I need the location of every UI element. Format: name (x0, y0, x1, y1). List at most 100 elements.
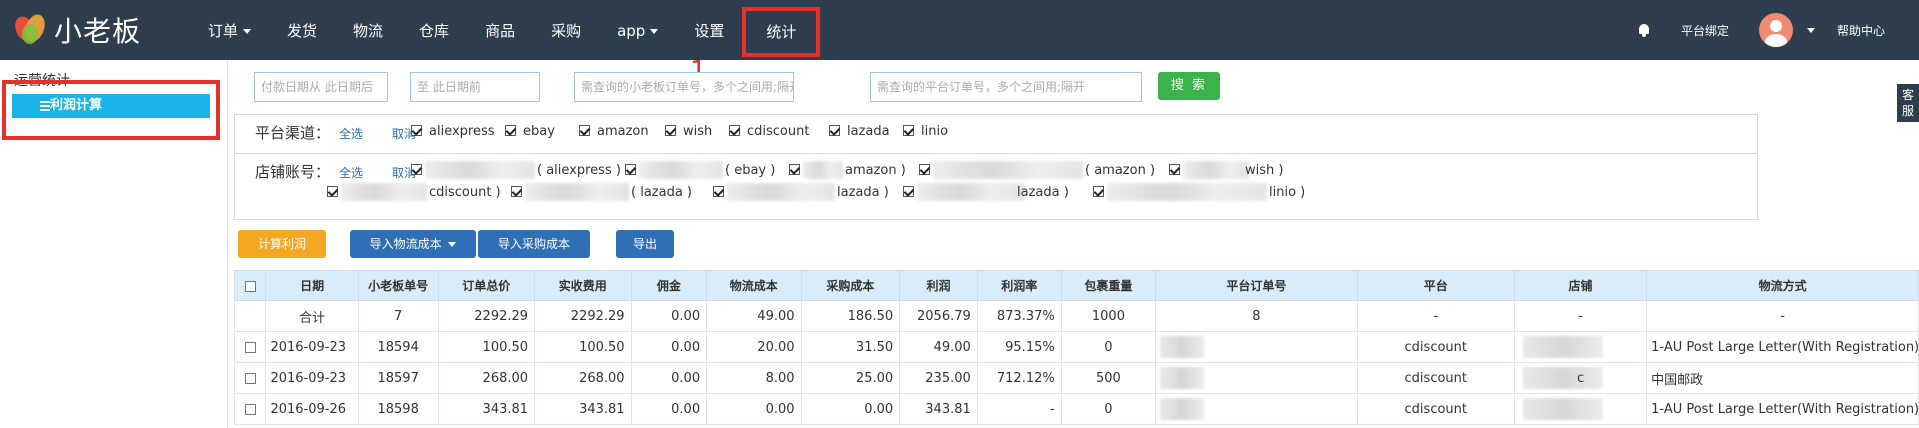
account-checkbox[interactable] (327, 186, 338, 197)
column-header: 小老板单号 (357, 270, 439, 301)
platform-order-input[interactable]: 需查询的平台订单号，多个之间用;隔开 (870, 72, 1142, 102)
account-checkbox[interactable] (1093, 186, 1104, 197)
cell-text: 712.12% (996, 370, 1055, 386)
cell-text: 343.81 (579, 401, 625, 417)
column-header: 订单总价 (437, 270, 536, 301)
table-cell: 合计 (265, 300, 359, 332)
table-row[interactable]: 2016-09-23 18594 100.50 100.50 0.00 20.00 31.5… (233, 331, 1919, 363)
nav-item-2[interactable]: 物流 (335, 0, 401, 60)
cell-text: 18594 (377, 339, 419, 355)
cell-text: 20.00 (757, 339, 795, 355)
cell-text: 2056.79 (917, 308, 971, 324)
account-platform-label: ( lazada ) (631, 185, 692, 200)
table-cell: 2016-09-26 (265, 393, 359, 425)
column-header: 平台 (1356, 270, 1515, 301)
select-all-checkbox[interactable] (244, 280, 256, 292)
table-cell: 49.00 (706, 300, 802, 332)
row-checkbox[interactable] (244, 372, 256, 384)
help-center-link[interactable]: 帮助中心 (1837, 22, 1885, 39)
cell-text: 0.00 (671, 339, 701, 355)
channel-checkbox-aliexpress[interactable] (411, 125, 422, 136)
row-checkbox-cell[interactable] (233, 331, 267, 363)
cell-text: 268.00 (579, 370, 625, 386)
nav-item-5[interactable]: 采购 (533, 0, 599, 60)
customer-service-tab[interactable]: 客服 (1897, 84, 1919, 122)
cell-text: c (1576, 370, 1585, 386)
table-cell: 0.00 (630, 331, 708, 363)
date-to-input[interactable]: 至 此日期前 (410, 72, 540, 102)
cell-text: 235.00 (925, 370, 971, 386)
account-checkbox[interactable] (411, 164, 422, 175)
redacted-account-name (341, 183, 427, 201)
cell-text: 25.00 (855, 370, 894, 386)
nav-item-0[interactable]: 订单 (190, 0, 269, 60)
channel-checkbox-wish[interactable] (665, 125, 676, 136)
nav-item-4[interactable]: 商品 (467, 0, 533, 60)
table-cell: 343.81 (534, 393, 632, 425)
table-cell: 100.50 (437, 331, 536, 363)
sidebar-item-label: 利润计算 (50, 98, 103, 113)
chevron-down-icon[interactable] (1806, 27, 1815, 33)
search-button[interactable]: 搜 索 (1158, 72, 1220, 100)
account-checkbox[interactable] (903, 186, 914, 197)
row-checkbox-cell[interactable] (233, 362, 267, 394)
nav-item-1[interactable]: 发货 (269, 0, 335, 60)
cell-text: 1000 (1091, 308, 1125, 324)
import-logistics-cost-button[interactable]: 导入物流成本 (350, 230, 476, 258)
calc-profit-button[interactable]: 计算利润 (238, 230, 326, 258)
bell-icon[interactable] (1637, 23, 1651, 37)
cell-text: 1-AU Post Large Letter(With Registration… (1651, 401, 1919, 417)
platform-bind-link[interactable]: 平台绑定 (1681, 22, 1729, 39)
nav-item-label: 订单 (208, 22, 239, 40)
nav-item-label: 采购 (551, 22, 582, 40)
account-checkbox[interactable] (511, 186, 522, 197)
logo-text: 小老板 (54, 15, 142, 48)
cell-text: 8 (1252, 308, 1261, 324)
row-checkbox[interactable] (244, 341, 256, 353)
account-checkbox[interactable] (919, 164, 930, 175)
channel-checkbox-linio[interactable] (903, 125, 914, 136)
table-row[interactable]: 2016-09-26 18598 343.81 343.81 0.00 0.00 0.00 3… (233, 393, 1919, 425)
nav-item-3[interactable]: 仓库 (401, 0, 467, 60)
account-select-all[interactable]: 全选 (339, 164, 363, 181)
logo[interactable]: 小老板 (11, 11, 142, 48)
account-checkbox[interactable] (1169, 164, 1180, 175)
table-row[interactable]: 2016-09-23 18597 268.00 268.00 0.00 8.00 25.00… (233, 362, 1919, 394)
order-number-input[interactable]: 需查询的小老板订单号，多个之间用;隔开 (574, 72, 794, 102)
nav-item-6[interactable]: app (599, 0, 676, 60)
account-checkbox[interactable] (789, 164, 800, 175)
table-cell: 0.00 (630, 393, 708, 425)
channel-label-linio: linio (921, 124, 949, 139)
sidebar-item-profit-calc[interactable]: 利润计算 (12, 94, 210, 118)
cell-text: 95.15% (1005, 339, 1055, 355)
channel-label-ebay: ebay (523, 124, 555, 139)
account-platform-label: ( aliexpress ) (537, 163, 621, 178)
table-cell: 8.00 (706, 362, 802, 394)
import-purchase-cost-button[interactable]: 导入采购成本 (478, 230, 590, 258)
date-from-input[interactable]: 付款日期从 此日期后 (254, 72, 388, 102)
table-cell: 2056.79 (899, 300, 978, 332)
row-checkbox-cell[interactable] (233, 393, 267, 425)
account-checkbox[interactable] (625, 164, 636, 175)
column-header: 包裹重量 (1060, 270, 1157, 301)
channel-select-all[interactable]: 全选 (339, 125, 363, 142)
select-all-checkbox-cell[interactable] (233, 270, 267, 301)
channel-checkbox-cdiscount[interactable] (729, 125, 740, 136)
account-label: 店铺账号： (255, 163, 331, 181)
cell-text: - (1578, 308, 1583, 324)
export-button[interactable]: 导出 (616, 230, 674, 258)
account-checkbox[interactable] (713, 186, 724, 197)
channel-checkbox-lazada[interactable] (829, 125, 840, 136)
table-cell: 2292.29 (437, 300, 536, 332)
cell-text: 2016-09-23 (270, 339, 347, 355)
table-cell (1155, 362, 1358, 394)
avatar[interactable] (1758, 13, 1793, 47)
table-cell: 0 (1060, 393, 1157, 425)
table-cell: 712.12% (976, 362, 1062, 394)
nav-item-8[interactable]: 统计 (742, 7, 821, 57)
channel-checkbox-ebay[interactable] (505, 125, 516, 136)
nav-item-7[interactable]: 设置 (676, 0, 742, 60)
channel-checkbox-amazon[interactable] (579, 125, 590, 136)
filter-panel: 平台渠道： 全选 取消 aliexpress ebay amazon wish cdis… (234, 114, 1758, 220)
row-checkbox[interactable] (244, 403, 256, 415)
